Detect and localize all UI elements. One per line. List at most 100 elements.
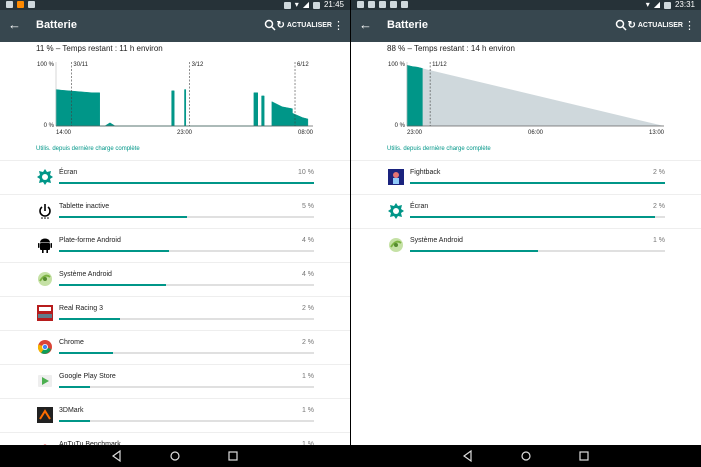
recents-nav-icon[interactable] <box>577 449 591 463</box>
usage-bar <box>59 318 314 320</box>
android-icon <box>38 238 52 253</box>
x-tick-label: 08:00 <box>298 130 314 136</box>
battery-level-area <box>55 89 309 127</box>
usage-bar-fill <box>59 420 90 422</box>
usage-since-label: Utilis. depuis dernière charge complète <box>36 146 140 152</box>
usage-bar <box>59 250 314 252</box>
android-system-icon <box>388 237 404 253</box>
y-tick-label: 0 % <box>44 123 55 129</box>
day-marker-label: 11/12 <box>432 62 447 68</box>
x-tick-label: 23:00 <box>407 130 423 136</box>
y-tick-label: 100 % <box>37 62 55 68</box>
usage-percent: 2 % <box>301 339 314 346</box>
back-arrow-icon[interactable]: ← <box>359 17 372 33</box>
usage-bar <box>59 182 314 184</box>
usage-bar-fill <box>59 216 187 218</box>
battery-icon <box>663 1 671 9</box>
refresh-button[interactable]: ↻ ACTUALISER <box>627 20 683 31</box>
app-notification-icon <box>17 1 24 8</box>
android-system-icon <box>37 271 53 287</box>
app-notification-icon <box>368 1 375 8</box>
usage-bar <box>410 182 665 184</box>
refresh-button[interactable]: ↻ ACTUALISER <box>276 20 332 31</box>
refresh-icon: ↻ <box>627 20 636 31</box>
power-icon <box>37 203 53 219</box>
wifi-icon: ▾ <box>294 0 299 9</box>
home-nav-icon[interactable] <box>168 449 182 463</box>
app-usage-row[interactable]: Real Racing 3 2 % <box>0 296 350 330</box>
battery-screen-right: ▾ ◢ 23:31 ← Batterie ↻ ACTUALISER ⋮ 88 % … <box>351 0 701 467</box>
battery-history-chart: 100 % 0 %23:00 06:00 13:00 11/12 <box>388 62 665 136</box>
usage-percent: 2 % <box>301 305 314 312</box>
overflow-menu-icon[interactable]: ⋮ <box>333 19 344 32</box>
battery-level-area <box>406 64 423 127</box>
app-name: 3DMark <box>59 407 84 414</box>
app-usage-row[interactable]: Plate-forme Android 4 % <box>0 228 350 262</box>
wifi-icon: ▾ <box>645 0 650 9</box>
image-notification-icon <box>28 1 35 8</box>
battery-screen-left: ▾ ◢ 21:45 ← Batterie ↻ ACTUALISER ⋮ 11 % … <box>0 0 350 467</box>
play-store-icon <box>38 375 52 387</box>
chrome-icon <box>37 340 52 354</box>
app-usage-row[interactable]: Fightback 2 % <box>351 160 701 194</box>
app-usage-row[interactable]: Système Android 1 % <box>351 228 701 262</box>
app-usage-row[interactable]: Écran 2 % <box>351 194 701 228</box>
usage-bar <box>59 216 314 218</box>
app-name: Plate-forme Android <box>59 237 121 244</box>
overflow-menu-icon[interactable]: ⋮ <box>684 19 695 32</box>
real-racing-icon <box>37 305 53 321</box>
app-usage-list: Fightback 2 % Écran 2 % Système Android 1 % <box>351 160 701 262</box>
brightness-icon <box>37 169 53 185</box>
back-nav-icon[interactable] <box>461 449 475 463</box>
usage-bar <box>59 420 314 422</box>
no-sim-icon: ◢ <box>302 0 309 9</box>
usage-percent: 2 % <box>652 169 665 176</box>
3dmark-icon <box>37 407 53 423</box>
android-system-icon <box>38 272 52 286</box>
usage-since-label: Utilis. depuis dernière charge complète <box>387 146 491 152</box>
usage-percent: 4 % <box>301 237 314 244</box>
usage-bar <box>59 352 314 354</box>
usage-bar-fill <box>59 318 121 320</box>
app-usage-row[interactable]: Tablette inactive 5 % <box>0 194 350 228</box>
recents-nav-icon[interactable] <box>226 449 240 463</box>
navigation-bar <box>351 445 701 467</box>
app-usage-row[interactable]: Chrome 2 % <box>0 330 350 364</box>
app-usage-row[interactable]: Google Play Store 1 % <box>0 364 350 398</box>
brightness-icon <box>388 203 404 219</box>
usage-percent: 2 % <box>652 203 665 210</box>
usage-bar-fill <box>410 250 538 252</box>
remaining-time: 11 % – Temps restant : 11 h environ <box>36 44 163 53</box>
app-usage-list: Écran 10 % Tablette inactive 5 % Plate-forme… <box>0 160 350 466</box>
back-nav-icon[interactable] <box>110 449 124 463</box>
x-tick-label: 23:00 <box>177 130 193 136</box>
usage-bar-fill <box>59 182 314 184</box>
usage-percent: 1 % <box>301 373 314 380</box>
usage-bar <box>59 386 314 388</box>
real-racing-icon <box>37 305 53 321</box>
back-arrow-icon[interactable]: ← <box>8 17 21 33</box>
app-name: Chrome <box>59 339 84 346</box>
refresh-label: ACTUALISER <box>286 22 332 29</box>
home-nav-icon[interactable] <box>519 449 533 463</box>
app-name: Écran <box>59 169 78 176</box>
battery-icon <box>312 1 320 9</box>
gallery-notification-icon <box>390 1 397 8</box>
usage-bar <box>410 216 665 218</box>
app-usage-row[interactable]: Système Android 4 % <box>0 262 350 296</box>
search-icon[interactable] <box>263 18 277 32</box>
app-name: Fightback <box>410 169 441 176</box>
usage-bar-fill <box>410 182 665 184</box>
app-usage-row[interactable]: 3DMark 1 % <box>0 398 350 432</box>
3dmark-icon <box>37 407 53 423</box>
usage-bar-fill <box>59 284 167 286</box>
notification-icon <box>357 1 364 8</box>
usage-percent: 5 % <box>301 203 314 210</box>
app-name: Tablette inactive <box>59 203 110 210</box>
search-icon[interactable] <box>614 18 628 32</box>
fightback-icon <box>388 169 404 185</box>
clock: 23:31 <box>674 0 695 9</box>
app-usage-row[interactable]: Écran 10 % <box>0 160 350 194</box>
brightness-icon <box>388 203 404 219</box>
power-icon <box>39 204 51 219</box>
